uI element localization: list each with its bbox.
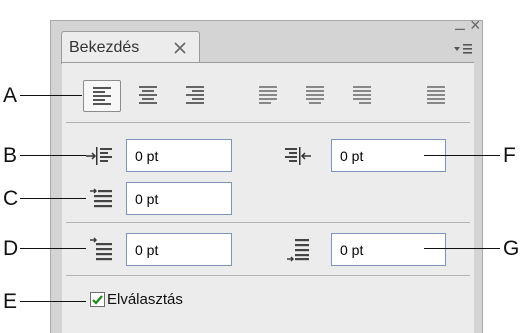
callout-e-leader [20, 301, 86, 302]
callout-b-leader [20, 155, 86, 156]
close-icon[interactable] [174, 42, 186, 54]
callout-g-leader [424, 248, 500, 249]
space-before-value: 0 pt [135, 242, 159, 258]
space-after-field[interactable]: 0 pt [331, 233, 446, 266]
left-indent-icon [86, 147, 112, 165]
callout-b: B [3, 144, 18, 167]
separator [66, 275, 470, 276]
first-line-indent-value: 0 pt [135, 191, 159, 207]
callout-c-leader [20, 198, 86, 199]
right-indent-icon [285, 147, 311, 165]
callout-a-leader [20, 95, 82, 96]
panel-close-button[interactable]: × [470, 15, 481, 36]
left-indent-field[interactable]: 0 pt [126, 139, 232, 172]
justify-last-left-icon [259, 86, 277, 104]
justify-last-right-button[interactable] [344, 80, 382, 112]
panel-menu-icon[interactable] [452, 40, 474, 58]
align-center-icon [139, 86, 157, 104]
justify-last-left-button[interactable] [250, 80, 288, 112]
callout-c: C [3, 187, 19, 210]
left-indent-value: 0 pt [135, 148, 159, 164]
space-after-value: 0 pt [340, 242, 364, 258]
panel-minimize-button[interactable]: – [455, 18, 465, 39]
space-before-icon [90, 237, 112, 261]
justify-last-right-icon [353, 86, 371, 104]
separator [66, 222, 470, 223]
align-left-icon [93, 87, 111, 105]
checkmark-icon [92, 295, 103, 305]
hyphenate-label: Elválasztás [107, 291, 183, 308]
hyphenate-checkbox[interactable] [90, 292, 105, 307]
justify-all-button[interactable] [418, 80, 456, 112]
tab-paragraph[interactable]: Bekezdés [61, 31, 200, 64]
callout-a: A [3, 84, 18, 107]
right-indent-value: 0 pt [340, 148, 364, 164]
justify-last-center-icon [306, 86, 324, 104]
space-after-icon [287, 239, 309, 262]
callout-g: G [503, 237, 520, 260]
separator [66, 122, 470, 123]
justify-last-center-button[interactable] [297, 80, 335, 112]
align-right-button[interactable] [177, 80, 215, 112]
callout-d-leader [20, 248, 86, 249]
tab-label: Bekezdés [69, 39, 140, 56]
justify-all-icon [427, 86, 445, 104]
callout-d: D [3, 237, 19, 260]
align-right-icon [186, 86, 204, 104]
align-center-button[interactable] [130, 80, 168, 112]
first-line-indent-field[interactable]: 0 pt [126, 182, 232, 215]
callout-e: E [3, 290, 18, 313]
first-line-indent-icon [90, 188, 112, 208]
callout-f: F [503, 144, 516, 167]
align-left-button[interactable] [83, 80, 121, 112]
callout-f-leader [424, 155, 500, 156]
space-before-field[interactable]: 0 pt [126, 233, 232, 266]
